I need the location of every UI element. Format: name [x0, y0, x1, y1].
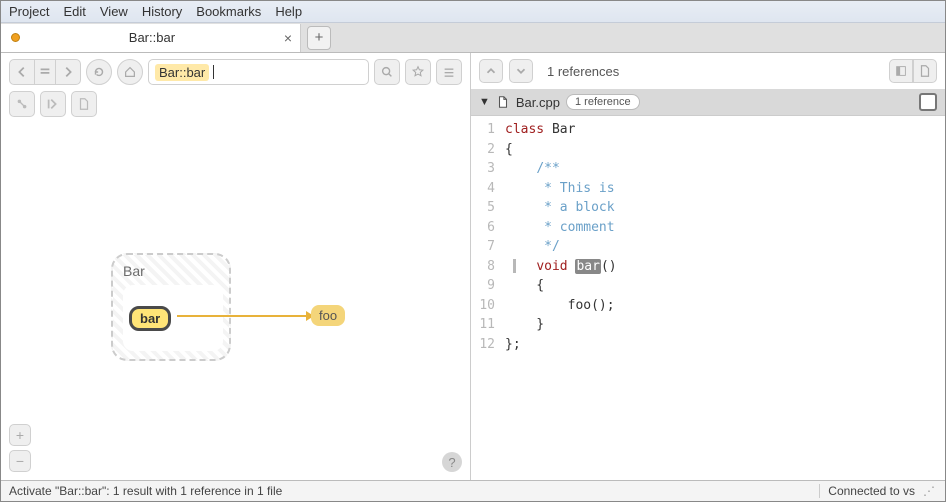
- code-line[interactable]: 6 * comment: [471, 218, 945, 238]
- tab[interactable]: Bar::bar ×: [1, 24, 301, 52]
- class-node[interactable]: Bar bar: [111, 253, 231, 361]
- code-line[interactable]: 7 */: [471, 237, 945, 257]
- code-line[interactable]: 11 }: [471, 315, 945, 335]
- call-arrow: [177, 315, 313, 317]
- bookmark-button[interactable]: [405, 59, 431, 85]
- line-number: 6: [471, 218, 505, 238]
- history-dropdown[interactable]: [35, 59, 55, 85]
- collapse-icon[interactable]: ▼: [479, 96, 490, 108]
- code-line[interactable]: 8 void bar(): [471, 257, 945, 277]
- line-number: 11: [471, 315, 505, 335]
- code-line[interactable]: 5 * a block: [471, 198, 945, 218]
- code-line[interactable]: 12};: [471, 335, 945, 355]
- menu-project[interactable]: Project: [9, 4, 49, 19]
- code-content: * a block: [505, 198, 615, 218]
- status-message: Activate "Bar::bar": 1 result with 1 ref…: [9, 484, 282, 498]
- code-content: class Bar: [505, 120, 575, 140]
- line-number: 1: [471, 120, 505, 140]
- line-number: 7: [471, 237, 505, 257]
- file-icon: [496, 95, 510, 109]
- graph-mode-button[interactable]: [9, 91, 35, 117]
- close-icon[interactable]: ×: [284, 30, 292, 46]
- zoom-out-button[interactable]: −: [9, 450, 31, 472]
- code-view[interactable]: 1class Bar2{3 /**4 * This is5 * a block6…: [471, 115, 945, 480]
- graph-panel: Bar::bar Bar bar foo + −: [1, 53, 471, 480]
- tab-status-icon: [11, 33, 20, 42]
- tab-bar: Bar::bar × +: [1, 23, 945, 53]
- text-cursor: [213, 65, 214, 79]
- menu-help[interactable]: Help: [275, 4, 302, 19]
- file-name: Bar.cpp: [516, 95, 560, 110]
- zoom-in-button[interactable]: +: [9, 424, 31, 446]
- status-bar: Activate "Bar::bar": 1 result with 1 ref…: [1, 480, 945, 501]
- nav-group: [9, 59, 81, 85]
- view-toggle-b[interactable]: [913, 59, 937, 83]
- search-button[interactable]: [374, 59, 400, 85]
- file-mode-button[interactable]: [71, 91, 97, 117]
- code-line[interactable]: 1class Bar: [471, 120, 945, 140]
- resize-grip[interactable]: ⋰: [923, 484, 937, 498]
- list-mode-button[interactable]: [40, 91, 66, 117]
- code-content: */: [505, 237, 560, 257]
- file-ref-pill: 1 reference: [566, 94, 640, 110]
- tab-title: Bar::bar: [28, 30, 276, 45]
- menu-edit[interactable]: Edit: [63, 4, 85, 19]
- refresh-button[interactable]: [86, 59, 112, 85]
- line-number: 8: [471, 257, 505, 277]
- line-number: 12: [471, 335, 505, 355]
- code-content: };: [505, 335, 521, 355]
- code-content: * comment: [505, 218, 615, 238]
- line-number: 3: [471, 159, 505, 179]
- code-line[interactable]: 3 /**: [471, 159, 945, 179]
- new-tab-button[interactable]: +: [307, 26, 331, 50]
- code-line[interactable]: 9 {: [471, 276, 945, 296]
- back-button[interactable]: [9, 59, 35, 85]
- ref-count-label: 1 references: [539, 64, 883, 79]
- line-number: 5: [471, 198, 505, 218]
- view-toggle-a[interactable]: [889, 59, 913, 83]
- menu-bookmarks[interactable]: Bookmarks: [196, 4, 261, 19]
- code-line[interactable]: 2{: [471, 140, 945, 160]
- code-panel: 1 references ▼ Bar.cpp 1 reference 1clas…: [471, 53, 945, 480]
- line-number: 10: [471, 296, 505, 316]
- graph-canvas[interactable]: Bar bar foo + − ?: [1, 123, 470, 480]
- class-body: bar: [123, 285, 223, 351]
- file-header[interactable]: ▼ Bar.cpp 1 reference: [471, 89, 945, 115]
- search-highlight: Bar::bar: [155, 64, 209, 81]
- class-label: Bar: [123, 263, 219, 279]
- method-node-bar[interactable]: bar: [129, 306, 171, 331]
- prev-ref-button[interactable]: [479, 59, 503, 83]
- code-content: {: [505, 140, 513, 160]
- line-number: 4: [471, 179, 505, 199]
- next-ref-button[interactable]: [509, 59, 533, 83]
- code-content: {: [505, 276, 544, 296]
- code-content: /**: [505, 159, 560, 179]
- maximize-icon[interactable]: [919, 93, 937, 111]
- search-input[interactable]: Bar::bar: [148, 59, 369, 85]
- code-content: void bar(): [505, 257, 617, 277]
- code-content: * This is: [505, 179, 615, 199]
- method-node-foo[interactable]: foo: [311, 305, 345, 326]
- line-number: 2: [471, 140, 505, 160]
- home-button[interactable]: [117, 59, 143, 85]
- help-icon[interactable]: ?: [442, 452, 462, 472]
- forward-button[interactable]: [55, 59, 81, 85]
- line-number: 9: [471, 276, 505, 296]
- menu-view[interactable]: View: [100, 4, 128, 19]
- menu-bar: Project Edit View History Bookmarks Help: [1, 1, 945, 23]
- code-line[interactable]: 4 * This is: [471, 179, 945, 199]
- settings-button[interactable]: [436, 59, 462, 85]
- menu-history[interactable]: History: [142, 4, 182, 19]
- code-content: foo();: [505, 296, 615, 316]
- code-content: }: [505, 315, 544, 335]
- connection-status: Connected to vs: [819, 484, 923, 498]
- code-line[interactable]: 10 foo();: [471, 296, 945, 316]
